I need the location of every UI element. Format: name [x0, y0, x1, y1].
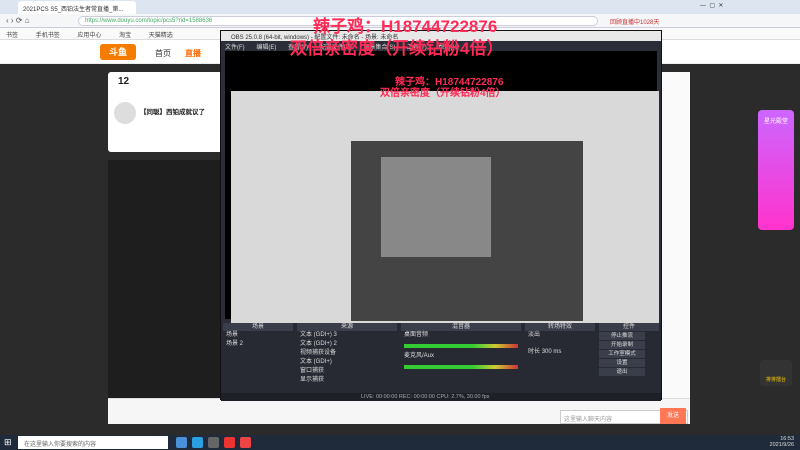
clock-date: 2021/9/26	[769, 442, 794, 448]
mixer-panel: 混音器 桌面音频 麦克风/Aux	[401, 323, 521, 391]
duration-label: 时长	[528, 349, 541, 355]
transition-select[interactable]: 淡出	[525, 331, 595, 340]
overlay-promo-text: 双倍亲密度（开续钻粉4倍）	[290, 39, 504, 58]
promo-badge-label: 排排擂台	[765, 377, 786, 383]
source-item[interactable]: 窗口捕获	[297, 367, 397, 376]
promo-title: 星光殿堂	[763, 119, 788, 125]
studio-mode-button[interactable]: 工作室模式	[599, 350, 645, 358]
overlay-promo-text-nested: 双倍亲密度（开续钻粉4倍）	[380, 88, 506, 99]
stream-area	[108, 160, 226, 400]
avatar[interactable]	[114, 102, 136, 124]
room-number: 12	[118, 76, 130, 87]
panel-header: 控件	[599, 323, 659, 331]
windows-start-icon[interactable]: ⊞	[4, 437, 14, 447]
obs-status-bar: LIVE: 00:00:00 REC: 00:00:00 CPU: 2.7%, …	[221, 393, 661, 401]
browser-tab[interactable]: 2021PCS S5_西铂法生者常直播_第...	[18, 1, 136, 14]
source-item[interactable]: 文本 (GDI+) 2	[297, 340, 397, 349]
scene-item[interactable]: 场景 2	[223, 340, 293, 349]
volume-meter[interactable]	[404, 365, 518, 369]
bookmark-item[interactable]: 天猫精选	[149, 33, 173, 39]
right-panel	[660, 72, 690, 412]
app-taskbar-icon[interactable]	[224, 437, 235, 448]
windows-taskbar: ⊞ 在这里输入你要搜索的内容 16:53 2021/9/26	[0, 435, 800, 450]
streamer-card: 12 【同聪】西铂成就议了	[108, 72, 226, 152]
panel-header: 来源	[297, 323, 397, 331]
bookmark-item[interactable]: 淘宝	[119, 33, 131, 39]
panel-header: 场景	[223, 323, 293, 331]
source-item[interactable]: 文本 (GDI+) 3	[297, 331, 397, 340]
panel-header: 转场特效	[525, 323, 595, 331]
promo-banner[interactable]: 星光殿堂	[758, 110, 794, 230]
nav-home[interactable]: 首页	[155, 48, 171, 59]
mixer-track-label: 桌面音频	[404, 332, 429, 338]
streamer-title: 【同聪】西铂成就议了	[140, 109, 205, 116]
source-item[interactable]: 视频捕获设备	[297, 349, 397, 358]
window-controls[interactable]: — ▢ ✕	[700, 2, 723, 9]
top-right-info: 回顾直播中1028天	[610, 20, 660, 26]
duration-value[interactable]: 300 ms	[542, 349, 562, 355]
nested-obs-preview-inner	[381, 157, 491, 257]
nested-obs-preview	[351, 141, 583, 321]
settings-button[interactable]: 设置	[599, 359, 645, 367]
mixer-track-label: 麦克风/Aux	[404, 353, 435, 359]
cortana-icon[interactable]	[176, 437, 187, 448]
scenes-panel: 场景 场景 场景 2	[223, 323, 293, 391]
edge-icon[interactable]	[192, 437, 203, 448]
obs-dock-panels: 场景 场景 场景 2 来源 文本 (GDI+) 3 文本 (GDI+) 2 视频…	[221, 323, 661, 393]
scene-item[interactable]: 场景	[223, 331, 293, 340]
sources-panel: 来源 文本 (GDI+) 3 文本 (GDI+) 2 视频捕获设备 文本 (GD…	[297, 323, 397, 391]
volume-meter[interactable]	[404, 344, 518, 348]
exit-button[interactable]: 退出	[599, 368, 645, 376]
promo-badge[interactable]: 排排擂台	[760, 360, 792, 386]
obs-taskbar-icon[interactable]	[208, 437, 219, 448]
controls-panel: 控件 停止推流 开始录制 工作室模式 设置 退出	[599, 323, 659, 391]
taskbar-search-input[interactable]: 在这里输入你要搜索的内容	[18, 436, 168, 449]
bookmark-item[interactable]: 书签	[6, 33, 18, 39]
source-item[interactable]: 文本 (GDI+)	[297, 358, 397, 367]
taskbar-clock[interactable]: 16:53 2021/9/26	[760, 436, 794, 448]
app-taskbar-icon[interactable]	[240, 437, 251, 448]
send-button[interactable]: 发送	[660, 408, 686, 424]
stop-streaming-button[interactable]: 停止推流	[599, 332, 645, 340]
source-item[interactable]: 显示捕获	[297, 376, 397, 385]
duration-row[interactable]: 时长 300 ms	[525, 348, 595, 357]
nav-live[interactable]: 直播	[185, 48, 201, 59]
start-recording-button[interactable]: 开始录制	[599, 341, 645, 349]
panel-header: 混音器	[401, 323, 521, 331]
douyu-logo[interactable]: 斗鱼	[100, 44, 136, 60]
transition-panel: 转场特效 淡出 时长 300 ms	[525, 323, 595, 391]
nav-buttons[interactable]: ‹ › ⟳ ⌂	[6, 16, 30, 25]
bookmark-item[interactable]: 应用中心	[77, 33, 101, 39]
nested-screen-capture	[231, 91, 659, 331]
bookmark-item[interactable]: 手机书签	[36, 33, 60, 39]
